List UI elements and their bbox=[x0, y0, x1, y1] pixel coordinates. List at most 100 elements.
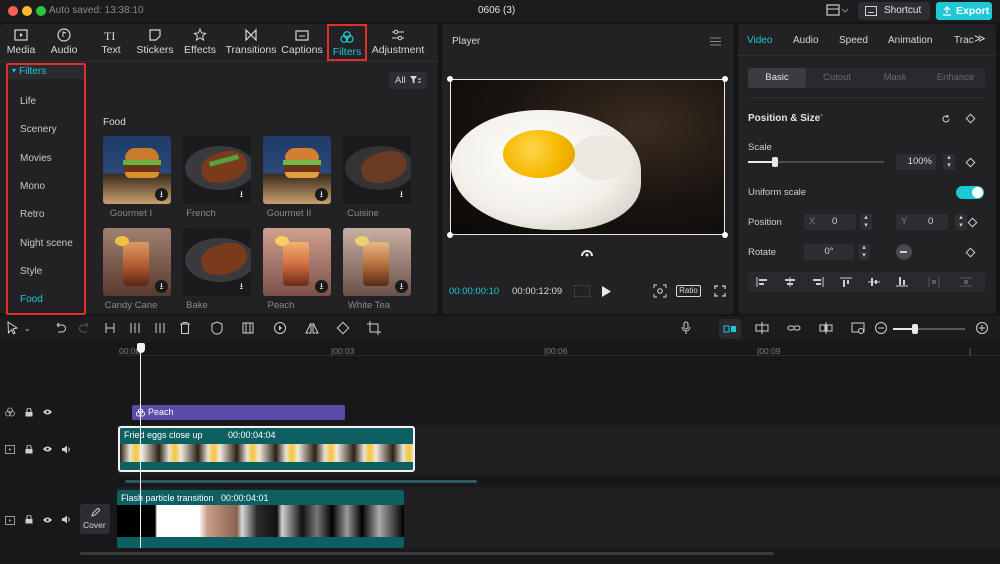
lock-icon[interactable] bbox=[25, 445, 33, 454]
category-style[interactable]: Style bbox=[10, 261, 86, 283]
category-night-scene[interactable]: Night scene bbox=[10, 233, 86, 255]
category-mono[interactable]: Mono bbox=[10, 176, 86, 198]
subtab-mask[interactable]: Mask bbox=[866, 68, 924, 88]
position-x-stepper[interactable]: ▴ ▾ bbox=[860, 214, 872, 230]
minimize-window-button[interactable] bbox=[22, 6, 32, 16]
uniform-scale-toggle[interactable] bbox=[956, 186, 984, 199]
subtab-cutout[interactable]: Cutout bbox=[808, 68, 866, 88]
rotate-stepper[interactable]: ▴ ▾ bbox=[858, 244, 870, 260]
filter-thumb-french[interactable]: ⭳ bbox=[183, 136, 251, 204]
tab-text[interactable]: TI Text bbox=[92, 24, 130, 58]
filters-category-header[interactable]: ▾ Filters bbox=[8, 65, 84, 79]
zoom-out-icon[interactable] bbox=[874, 321, 888, 335]
category-food[interactable]: Food bbox=[10, 289, 86, 311]
keyframe-diamond-icon[interactable] bbox=[965, 157, 976, 168]
rotate-handle-icon[interactable] bbox=[581, 248, 593, 258]
zoom-in-icon[interactable] bbox=[975, 321, 989, 335]
main-clip-flash-particle[interactable]: Flash particle transition 00:00:04:01 bbox=[117, 490, 404, 548]
tab-stickers[interactable]: Stickers bbox=[134, 24, 176, 58]
reset-icon[interactable] bbox=[941, 114, 951, 124]
timeline-grid-icon[interactable] bbox=[574, 285, 590, 297]
keyframe-diamond-icon[interactable] bbox=[967, 217, 978, 228]
fullscreen-icon[interactable] bbox=[714, 285, 726, 297]
subtab-basic[interactable]: Basic bbox=[748, 68, 806, 88]
category-movies[interactable]: Movies bbox=[10, 148, 86, 170]
more-tabs-icon[interactable]: ≫ bbox=[974, 32, 996, 46]
select-dropdown-icon[interactable]: ⌄ bbox=[24, 324, 31, 333]
split-right-icon[interactable] bbox=[153, 321, 167, 335]
position-y-stepper[interactable]: ▴ ▾ bbox=[955, 214, 967, 230]
zoom-slider-handle[interactable] bbox=[912, 324, 918, 334]
tab-speed[interactable]: Speed bbox=[839, 35, 868, 46]
align-right-icon[interactable] bbox=[812, 277, 824, 287]
video-preview[interactable] bbox=[450, 79, 725, 235]
eye-icon[interactable] bbox=[43, 409, 52, 415]
tab-effects[interactable]: Effects bbox=[182, 24, 218, 58]
tab-audio[interactable]: Audio bbox=[45, 24, 83, 58]
filter-thumb-candy-cane[interactable]: ⭳ bbox=[103, 228, 171, 296]
tab-animation[interactable]: Animation bbox=[888, 35, 932, 46]
maximize-window-button[interactable] bbox=[36, 6, 46, 16]
align-bottom-icon[interactable] bbox=[896, 277, 908, 287]
freeze-frame-icon[interactable] bbox=[241, 321, 255, 335]
category-retro[interactable]: Retro bbox=[10, 204, 86, 226]
layout-icon[interactable] bbox=[826, 4, 848, 17]
rotate-dial[interactable] bbox=[896, 244, 912, 260]
position-x-input[interactable]: X 0 bbox=[804, 214, 856, 230]
scale-slider-track[interactable] bbox=[748, 161, 884, 163]
filter-thumb-gourmet-1[interactable]: ⭳ bbox=[103, 136, 171, 204]
split-left-icon[interactable] bbox=[128, 321, 142, 335]
filter-thumb-peach[interactable]: ⭳ bbox=[263, 228, 331, 296]
scale-stepper[interactable]: ▴ ▾ bbox=[943, 154, 955, 170]
auto-snap-icon[interactable] bbox=[755, 321, 769, 335]
preview-axis-icon[interactable] bbox=[819, 321, 833, 335]
filter-thumb-gourmet-2[interactable]: ⭳ bbox=[263, 136, 331, 204]
lock-icon[interactable] bbox=[25, 515, 33, 524]
all-filter-button[interactable]: All bbox=[389, 72, 427, 89]
fit-screen-icon[interactable] bbox=[653, 284, 667, 298]
align-left-icon[interactable] bbox=[756, 277, 768, 287]
undo-icon[interactable] bbox=[53, 321, 67, 335]
playhead-handle[interactable] bbox=[137, 343, 145, 353]
reverse-play-icon[interactable] bbox=[273, 321, 287, 335]
tab-video[interactable]: Video bbox=[747, 35, 772, 46]
eye-icon[interactable] bbox=[43, 446, 52, 452]
tab-filters[interactable]: Filters bbox=[327, 24, 367, 61]
scale-input[interactable]: 100% bbox=[896, 154, 936, 170]
crop-icon[interactable] bbox=[367, 321, 381, 335]
rotate-icon[interactable] bbox=[336, 321, 350, 335]
distribute-v-icon[interactable] bbox=[960, 277, 972, 287]
tab-captions[interactable]: Captions bbox=[280, 24, 324, 58]
menu-icon[interactable] bbox=[710, 37, 721, 46]
mask-shield-icon[interactable] bbox=[210, 321, 224, 335]
shortcut-button[interactable]: Shortcut bbox=[858, 2, 930, 20]
rotate-input[interactable]: 0° bbox=[804, 244, 854, 260]
filter-thumb-white-tea[interactable]: ⭳ bbox=[343, 228, 411, 296]
align-center-h-icon[interactable] bbox=[784, 277, 796, 287]
mirror-icon[interactable] bbox=[305, 321, 319, 335]
main-track-magnet-button[interactable] bbox=[719, 319, 741, 339]
speaker-icon[interactable] bbox=[62, 515, 71, 524]
select-tool-icon[interactable] bbox=[6, 321, 20, 335]
tab-adjustment[interactable]: Adjustment bbox=[372, 24, 424, 58]
category-life[interactable]: Life bbox=[10, 91, 86, 113]
play-icon[interactable] bbox=[602, 286, 611, 297]
align-middle-v-icon[interactable] bbox=[868, 277, 880, 287]
microphone-icon[interactable] bbox=[679, 321, 693, 335]
filter-clip-peach[interactable]: Peach bbox=[132, 405, 345, 420]
filter-thumb-cuisine[interactable]: ⭳ bbox=[343, 136, 411, 204]
export-button[interactable]: Export bbox=[936, 2, 992, 20]
keyframe-diamond-icon[interactable] bbox=[965, 247, 976, 258]
close-window-button[interactable] bbox=[8, 6, 18, 16]
tab-media[interactable]: Media bbox=[2, 24, 40, 58]
lock-icon[interactable] bbox=[25, 408, 33, 417]
distribute-h-icon[interactable] bbox=[928, 277, 940, 287]
category-scenery[interactable]: Scenery bbox=[10, 119, 86, 141]
timeline-scrollbar[interactable] bbox=[80, 552, 774, 555]
filter-thumb-bake[interactable]: ⭳ bbox=[183, 228, 251, 296]
cover-button[interactable]: Cover bbox=[80, 504, 110, 534]
tab-transitions[interactable]: Transitions bbox=[224, 24, 278, 58]
video-clip-fried-eggs[interactable]: Fried eggs close up 00:00:04:04 bbox=[118, 426, 415, 472]
speaker-icon[interactable] bbox=[62, 445, 71, 454]
tab-audio-props[interactable]: Audio bbox=[793, 35, 819, 46]
